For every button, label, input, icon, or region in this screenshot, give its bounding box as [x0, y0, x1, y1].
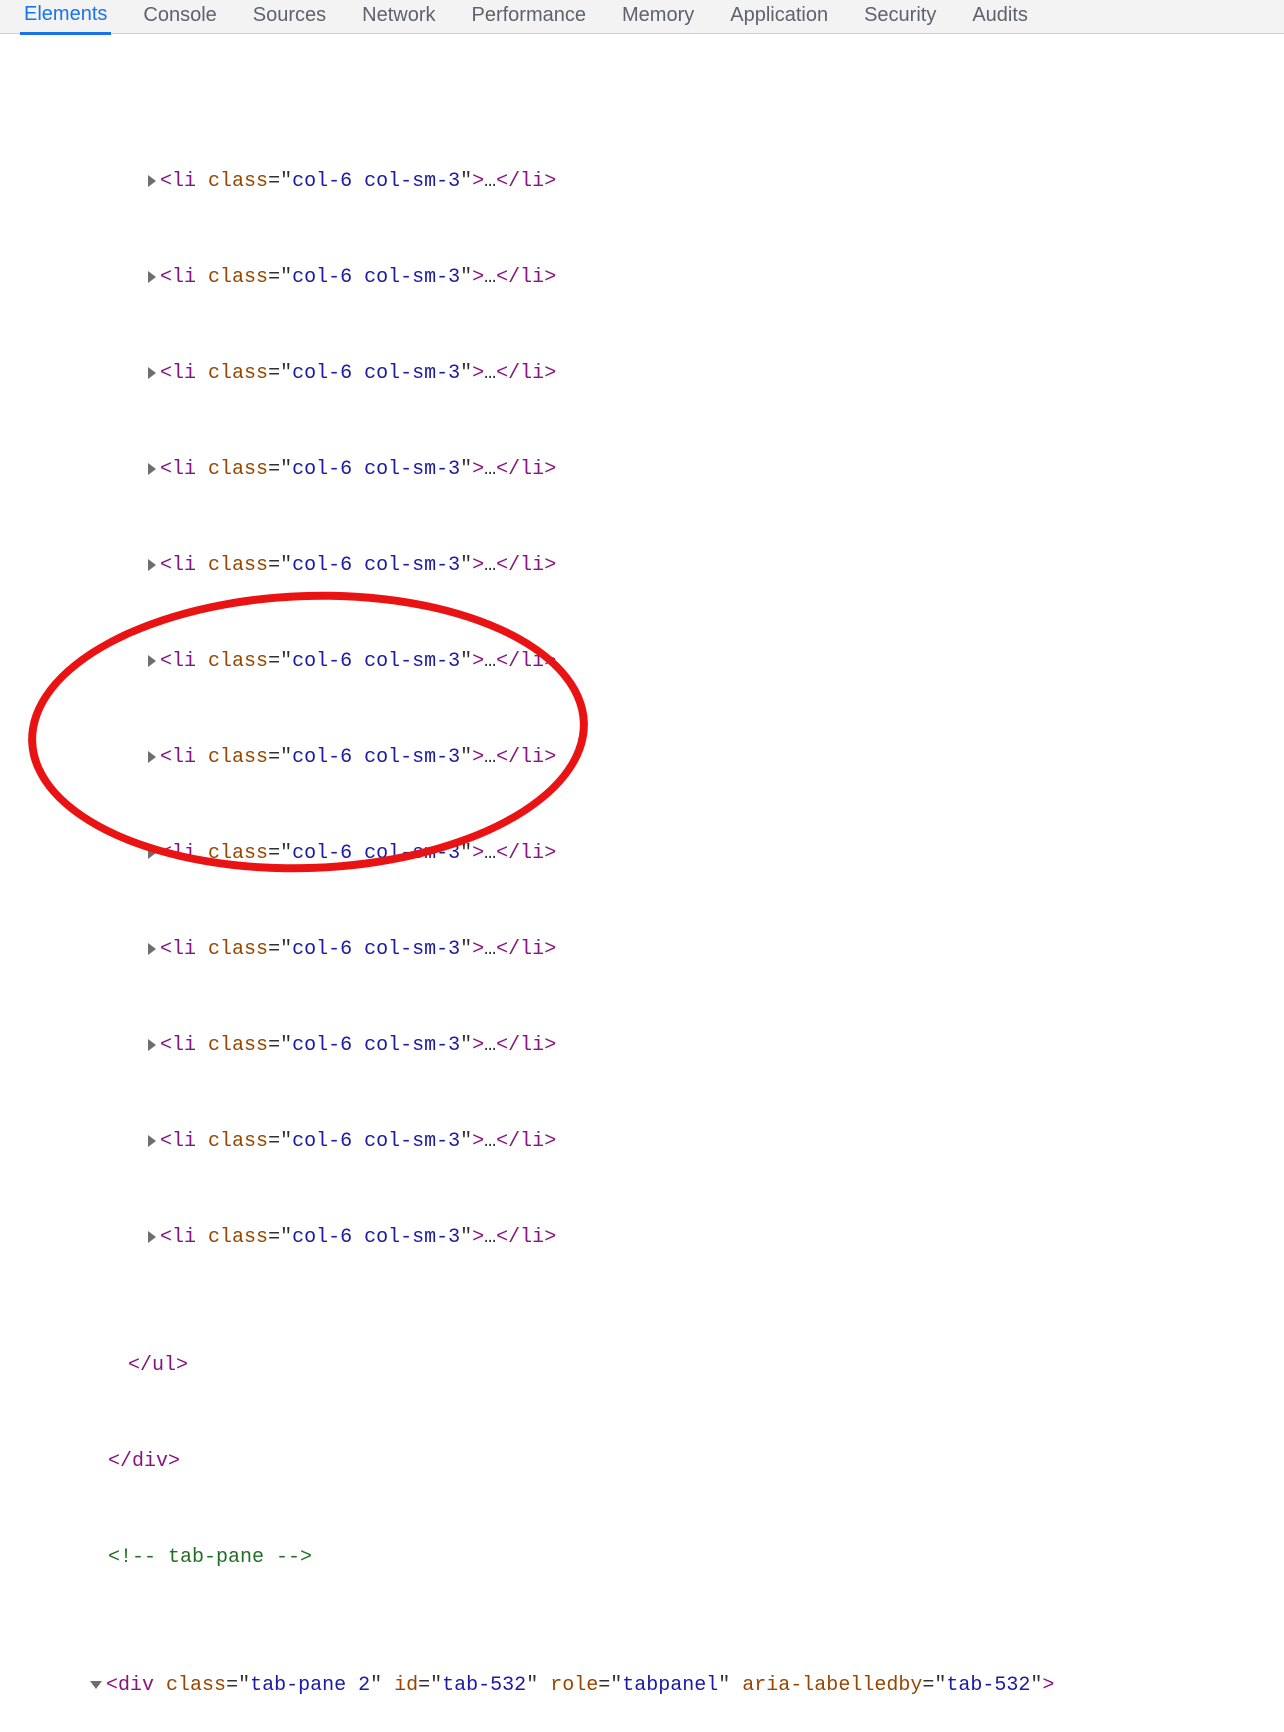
expand-icon[interactable]: [148, 175, 156, 187]
tab-memory[interactable]: Memory: [618, 0, 698, 33]
expand-icon[interactable]: [148, 655, 156, 667]
expand-icon[interactable]: [148, 463, 156, 475]
elements-dom-tree[interactable]: <li class="col-6 col-sm-3">…</li> <li cl…: [0, 34, 1284, 1732]
dom-node-li[interactable]: <li class="col-6 col-sm-3">…</li>: [0, 550, 1284, 582]
tab-application[interactable]: Application: [726, 0, 832, 33]
expand-icon[interactable]: [148, 559, 156, 571]
tab-audits[interactable]: Audits: [968, 0, 1032, 33]
devtools-tabbar: Elements Console Sources Network Perform…: [0, 0, 1284, 34]
expand-icon[interactable]: [148, 1231, 156, 1243]
tab-sources[interactable]: Sources: [249, 0, 330, 33]
dom-node-li[interactable]: <li class="col-6 col-sm-3">…</li>: [0, 262, 1284, 294]
expand-icon[interactable]: [148, 1135, 156, 1147]
dom-node-li[interactable]: <li class="col-6 col-sm-3">…</li>: [0, 838, 1284, 870]
expand-icon[interactable]: [148, 943, 156, 955]
tab-performance[interactable]: Performance: [468, 0, 591, 33]
dom-node-li[interactable]: <li class="col-6 col-sm-3">…</li>: [0, 454, 1284, 486]
tab-console[interactable]: Console: [139, 0, 220, 33]
expand-icon[interactable]: [148, 1039, 156, 1051]
dom-comment[interactable]: <!-- tab-pane -->: [0, 1542, 1284, 1574]
tab-security[interactable]: Security: [860, 0, 940, 33]
dom-node-li[interactable]: <li class="col-6 col-sm-3">…</li>: [0, 358, 1284, 390]
dom-node-ul-close[interactable]: </ul>: [0, 1350, 1284, 1382]
dom-node-div-close[interactable]: </div>: [0, 1446, 1284, 1478]
dom-node-li[interactable]: <li class="col-6 col-sm-3">…</li>: [0, 1126, 1284, 1158]
tab-elements[interactable]: Elements: [20, 0, 111, 35]
expand-icon[interactable]: [148, 751, 156, 763]
dom-node-li[interactable]: <li class="col-6 col-sm-3">…</li>: [0, 646, 1284, 678]
dom-node-li[interactable]: <li class="col-6 col-sm-3">…</li>: [0, 742, 1284, 774]
dom-node-li[interactable]: <li class="col-6 col-sm-3">…</li>: [0, 166, 1284, 198]
tab-network[interactable]: Network: [358, 0, 439, 33]
dom-node-li[interactable]: <li class="col-6 col-sm-3">…</li>: [0, 1222, 1284, 1254]
dom-node-li[interactable]: <li class="col-6 col-sm-3">…</li>: [0, 934, 1284, 966]
dom-node-div-open[interactable]: <div class="tab-pane 2" id="tab-532" rol…: [0, 1670, 1284, 1702]
expand-icon[interactable]: [148, 271, 156, 283]
expand-icon[interactable]: [148, 847, 156, 859]
collapse-icon[interactable]: [90, 1681, 102, 1689]
dom-node-li[interactable]: <li class="col-6 col-sm-3">…</li>: [0, 1030, 1284, 1062]
expand-icon[interactable]: [148, 367, 156, 379]
